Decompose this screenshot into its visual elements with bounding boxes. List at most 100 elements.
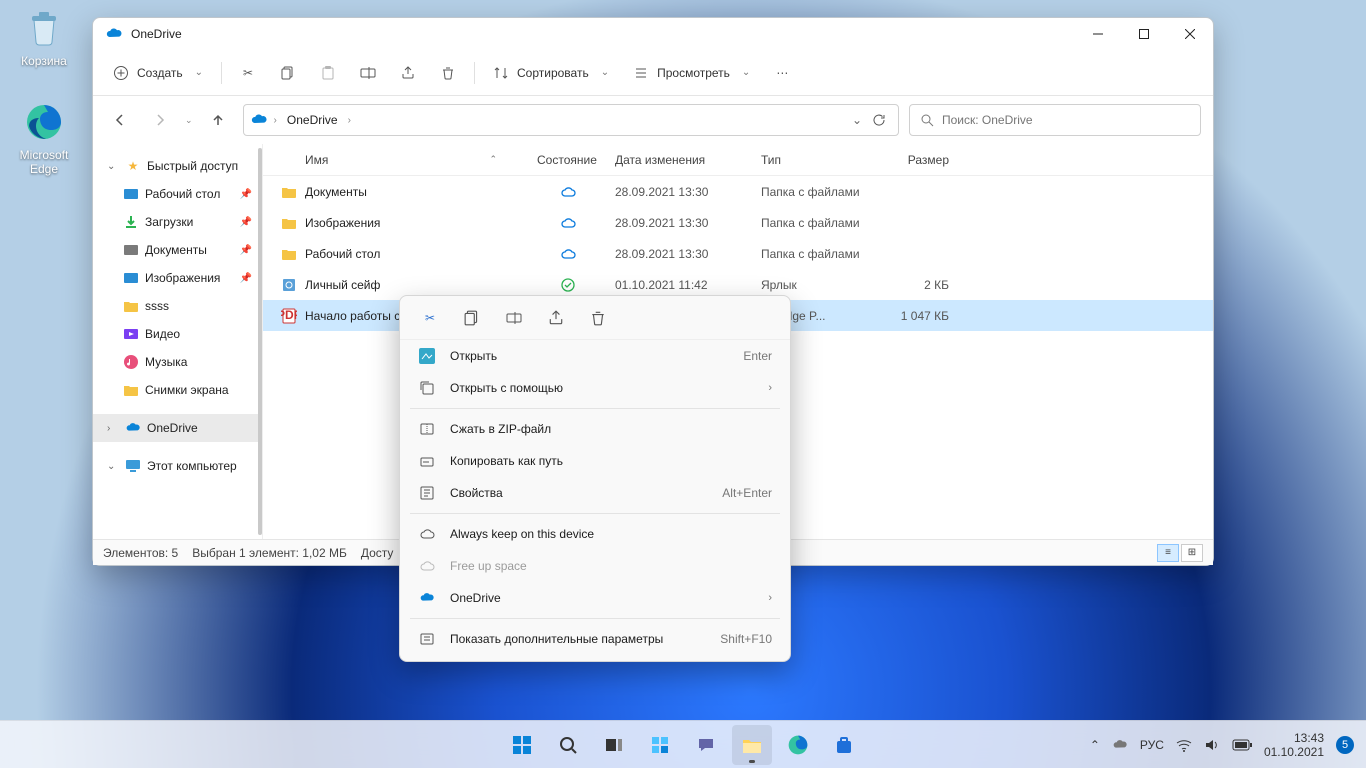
- details-view-button[interactable]: ≡: [1157, 544, 1179, 562]
- system-tray[interactable]: ⌃ РУС 13:43 01.10.2021 5: [1090, 731, 1366, 759]
- file-row[interactable]: Рабочий стол28.09.2021 13:30Папка с файл…: [263, 238, 1213, 269]
- more-button[interactable]: ⋯: [764, 56, 800, 90]
- back-button[interactable]: [105, 105, 135, 135]
- file-state: [529, 184, 607, 200]
- cm-open-with[interactable]: Открыть с помощью ›: [400, 372, 790, 404]
- file-size: 2 КБ: [875, 278, 957, 292]
- search-input[interactable]: [942, 113, 1190, 127]
- cm-properties[interactable]: Свойства Alt+Enter: [400, 477, 790, 509]
- sidebar-item-icon: [123, 214, 139, 230]
- file-row[interactable]: Изображения28.09.2021 13:30Папка с файла…: [263, 207, 1213, 238]
- star-icon: ★: [125, 158, 141, 174]
- chevron-down-icon: ⌄: [107, 461, 119, 472]
- cm-delete-button[interactable]: [588, 308, 608, 328]
- file-row[interactable]: Документы28.09.2021 13:30Папка с файлами: [263, 176, 1213, 207]
- cm-compress-zip[interactable]: Сжать в ZIP-файл: [400, 413, 790, 445]
- sidebar-item[interactable]: Изображения📌: [93, 264, 262, 292]
- tray-chevron-icon[interactable]: ⌃: [1090, 738, 1100, 752]
- sidebar-this-pc[interactable]: ⌄ Этот компьютер: [93, 452, 262, 480]
- taskbar-explorer[interactable]: [732, 725, 772, 765]
- sidebar-item[interactable]: ssss: [93, 292, 262, 320]
- onedrive-icon: [418, 589, 436, 607]
- cm-share-button[interactable]: [546, 308, 566, 328]
- sidebar-item[interactable]: Рабочий стол📌: [93, 180, 262, 208]
- volume-icon[interactable]: [1204, 737, 1220, 753]
- svg-text:PDF: PDF: [281, 308, 297, 322]
- cm-free-up-space: Free up space: [400, 550, 790, 582]
- titlebar[interactable]: OneDrive: [93, 18, 1213, 50]
- sidebar-item[interactable]: Музыка: [93, 348, 262, 376]
- paste-button[interactable]: [310, 56, 346, 90]
- copy-button[interactable]: [270, 56, 306, 90]
- chevron-down-icon[interactable]: ⌄: [852, 113, 862, 127]
- cm-onedrive[interactable]: OneDrive ›: [400, 582, 790, 614]
- taskbar-edge[interactable]: [778, 725, 818, 765]
- taskbar-store[interactable]: [824, 725, 864, 765]
- cm-cut-button[interactable]: ✂: [420, 308, 440, 328]
- sidebar-onedrive[interactable]: › OneDrive: [93, 414, 262, 442]
- column-date[interactable]: Дата изменения: [607, 153, 753, 167]
- share-button[interactable]: [390, 56, 426, 90]
- cm-rename-button[interactable]: [504, 308, 524, 328]
- up-button[interactable]: [203, 105, 233, 135]
- chevron-right-icon[interactable]: ›: [348, 115, 351, 126]
- desktop-icon-recycle-bin[interactable]: Корзина: [5, 6, 83, 68]
- sidebar-item[interactable]: Видео: [93, 320, 262, 348]
- cm-show-more[interactable]: Показать дополнительные параметры Shift+…: [400, 623, 790, 655]
- file-date: 01.10.2021 11:42: [607, 278, 753, 292]
- taskbar-search[interactable]: [548, 725, 588, 765]
- sidebar-item-label: Изображения: [145, 271, 220, 285]
- sidebar-item[interactable]: Документы📌: [93, 236, 262, 264]
- desktop-icon-edge[interactable]: Microsoft Edge: [5, 100, 83, 176]
- view-button[interactable]: Просмотреть ⌄: [623, 56, 760, 90]
- sidebar-item[interactable]: Снимки экрана: [93, 376, 262, 404]
- taskbar[interactable]: ⌃ РУС 13:43 01.10.2021 5: [0, 720, 1366, 768]
- forward-button[interactable]: [145, 105, 175, 135]
- view-button-label: Просмотреть: [657, 66, 730, 80]
- clipboard-icon: [320, 65, 336, 81]
- chevron-down-icon: ⌄: [742, 67, 750, 78]
- column-type[interactable]: Тип: [753, 153, 875, 167]
- search-icon: [920, 113, 934, 127]
- thumbnails-view-button[interactable]: ⊞: [1181, 544, 1203, 562]
- language-indicator[interactable]: РУС: [1140, 738, 1164, 752]
- taskbar-widgets[interactable]: [640, 725, 680, 765]
- cm-copy-button[interactable]: [462, 308, 482, 328]
- cut-button[interactable]: ✂: [230, 56, 266, 90]
- navigation-pane[interactable]: ⌄ ★ Быстрый доступ Рабочий стол📌Загрузки…: [93, 144, 263, 539]
- minimize-button[interactable]: [1075, 18, 1121, 50]
- chevron-right-icon[interactable]: ›: [274, 115, 277, 126]
- recent-locations-button[interactable]: ⌄: [185, 115, 193, 126]
- cm-open[interactable]: Открыть Enter: [400, 340, 790, 372]
- onedrive-tray-icon[interactable]: [1112, 737, 1128, 753]
- cloud-icon: [418, 557, 436, 575]
- new-button[interactable]: Создать ⌄: [103, 56, 213, 90]
- sort-button[interactable]: Сортировать ⌄: [483, 56, 619, 90]
- breadcrumb-item[interactable]: OneDrive: [283, 111, 342, 129]
- taskbar-taskview[interactable]: [594, 725, 634, 765]
- column-name[interactable]: Имя⌃: [273, 153, 529, 167]
- taskbar-chat[interactable]: [686, 725, 726, 765]
- address-bar[interactable]: › OneDrive › ⌄: [243, 104, 899, 136]
- refresh-button[interactable]: [872, 113, 886, 127]
- wifi-icon[interactable]: [1176, 737, 1192, 753]
- start-button[interactable]: [502, 725, 542, 765]
- delete-button[interactable]: [430, 56, 466, 90]
- column-headers[interactable]: Имя⌃ Состояние Дата изменения Тип Размер: [263, 144, 1213, 176]
- search-box[interactable]: [909, 104, 1201, 136]
- maximize-button[interactable]: [1121, 18, 1167, 50]
- sidebar-item-icon: [123, 354, 139, 370]
- cm-always-keep[interactable]: Always keep on this device: [400, 518, 790, 550]
- tray-clock[interactable]: 13:43 01.10.2021: [1264, 731, 1324, 759]
- rename-icon: [360, 65, 376, 81]
- sidebar-item[interactable]: Загрузки📌: [93, 208, 262, 236]
- sidebar-quick-access[interactable]: ⌄ ★ Быстрый доступ: [93, 152, 262, 180]
- cm-copy-path[interactable]: Копировать как путь: [400, 445, 790, 477]
- column-state[interactable]: Состояние: [529, 153, 607, 167]
- rename-button[interactable]: [350, 56, 386, 90]
- close-button[interactable]: [1167, 18, 1213, 50]
- column-size[interactable]: Размер: [875, 153, 957, 167]
- file-name: Начало работы с O: [305, 309, 413, 323]
- notification-badge[interactable]: 5: [1336, 736, 1354, 754]
- battery-icon[interactable]: [1232, 739, 1252, 751]
